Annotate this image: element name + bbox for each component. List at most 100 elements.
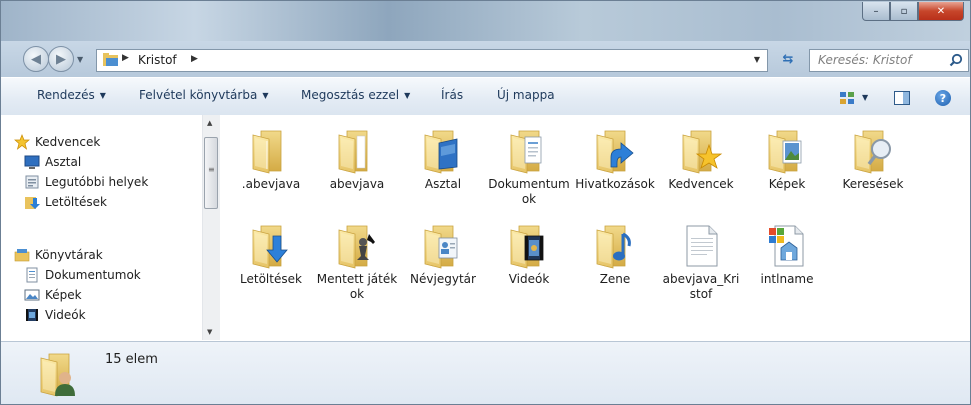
forward-button[interactable]: ▶	[48, 46, 74, 72]
breadcrumb-separator-icon[interactable]: ▶	[122, 53, 129, 63]
explorer-window: – ▫ ✕ ◀ ▶ ▼ ▶ Kristof ▶ ▼ ⇆ Keresés: Kri…	[0, 0, 971, 405]
nav-item-label: Kedvencek	[35, 135, 101, 149]
nav-item-videos[interactable]: Videók	[24, 305, 86, 325]
nav-pane-scrollbar[interactable]: ▲ ≡ ▼	[202, 115, 220, 340]
details-pane: 15 elem	[1, 341, 970, 404]
refresh-button[interactable]: ⇆	[773, 49, 803, 70]
nav-item-documents[interactable]: Dokumentumok	[24, 265, 141, 285]
change-view-icon[interactable]	[839, 91, 855, 105]
file-item[interactable]: abevjava_Kristof	[660, 222, 742, 302]
nav-item-desktop[interactable]: Asztal	[24, 152, 81, 172]
nav-item-favorites[interactable]: Kedvencek	[14, 132, 100, 152]
file-label: Hivatkozások	[575, 177, 655, 191]
desktop-folder-icon	[419, 127, 458, 175]
nav-item-label: Asztal	[45, 155, 82, 169]
file-label: Asztal	[424, 177, 462, 191]
share-with-menu[interactable]: Megosztás ezzel ▼	[301, 88, 410, 102]
dropdown-chevron-icon: ▼	[262, 91, 269, 100]
view-options-chevron-icon[interactable]: ▼	[862, 93, 868, 102]
nav-item-recent-places[interactable]: Legutóbbi helyek	[24, 172, 148, 192]
pictures-icon	[24, 289, 40, 301]
file-item[interactable]: abevjava	[316, 127, 398, 192]
folder-icon	[103, 53, 118, 66]
help-icon[interactable]: ?	[935, 90, 951, 106]
search-icon[interactable]	[949, 53, 963, 67]
recent-pages-chevron-icon[interactable]: ▼	[77, 55, 83, 64]
file-item[interactable]: Mentett játékok	[316, 222, 398, 302]
file-label: Névjegytár	[410, 272, 476, 286]
searches-folder-icon	[849, 127, 891, 175]
title-bar[interactable]: – ▫ ✕	[1, 1, 970, 41]
command-bar: Rendezés ▼ Felvétel könyvtárba ▼ Megosztás…	[1, 77, 970, 116]
forward-arrow-icon: ▶	[56, 51, 66, 67]
nav-item-label: Legutóbbi helyek	[45, 175, 149, 189]
file-item[interactable]: Asztal	[402, 127, 484, 192]
file-label: intlname	[760, 272, 814, 286]
maximize-button[interactable]: ▫	[890, 2, 918, 21]
breadcrumb-kristof[interactable]: Kristof	[138, 53, 177, 67]
music-folder-icon	[591, 222, 631, 270]
file-item[interactable]: Hivatkozások	[574, 127, 656, 192]
include-in-library-label: Felvétel könyvtárba	[139, 88, 258, 102]
file-label: .abevjava	[241, 177, 301, 191]
downloads-folder-icon	[247, 222, 288, 270]
pictures-folder-icon	[763, 127, 802, 175]
item-count: 15 elem	[105, 352, 158, 367]
address-bar[interactable]: ▶ Kristof ▶ ▼	[96, 49, 768, 72]
contacts-folder-icon	[419, 222, 458, 270]
nav-item-label: Dokumentumok	[45, 268, 141, 282]
share-with-label: Megosztás ezzel	[301, 88, 400, 102]
file-item[interactable]: Képek	[746, 127, 828, 192]
folder-icon	[333, 127, 381, 175]
video-icon	[26, 309, 38, 321]
file-label: Zene	[599, 272, 631, 286]
user-folder-icon	[35, 350, 75, 398]
dropdown-chevron-icon: ▼	[99, 91, 106, 100]
file-item[interactable]: Keresések	[832, 127, 914, 192]
minimize-button[interactable]: –	[862, 2, 890, 21]
file-item[interactable]: Névjegytár	[402, 222, 484, 287]
back-arrow-icon: ◀	[31, 51, 41, 67]
star-icon	[14, 134, 30, 150]
navigation-pane: Kedvencek Asztal Legutóbbi helyek Letölt…	[1, 115, 220, 340]
search-input[interactable]	[810, 50, 946, 69]
file-item[interactable]: .abevjava	[230, 127, 312, 192]
favorites-folder-icon	[677, 127, 723, 175]
file-item[interactable]: intlname	[746, 222, 828, 287]
include-in-library-menu[interactable]: Felvétel könyvtárba ▼	[139, 88, 268, 102]
file-label: Keresések	[842, 177, 904, 191]
nav-item-libraries[interactable]: Könyvtárak	[14, 245, 103, 265]
address-row: ◀ ▶ ▼ ▶ Kristof ▶ ▼ ⇆	[1, 41, 970, 77]
file-label: abevjava	[329, 177, 385, 191]
folder-icon	[247, 127, 295, 175]
new-folder-button[interactable]: Új mappa	[497, 88, 555, 102]
file-list: .abevjava abevjava Asztal Dokumentumok H…	[220, 115, 970, 340]
refresh-icon: ⇆	[782, 52, 794, 67]
scrollbar-thumb[interactable]: ≡	[204, 137, 218, 209]
address-dropdown-chevron-icon[interactable]: ▼	[754, 55, 760, 64]
nav-item-label: Könyvtárak	[35, 248, 103, 262]
burn-button[interactable]: Írás	[441, 88, 463, 102]
scroll-down-arrow-icon[interactable]: ▼	[207, 328, 212, 336]
organize-menu[interactable]: Rendezés ▼	[37, 88, 106, 102]
preview-pane-icon[interactable]	[894, 91, 910, 105]
nav-item-label: Videók	[45, 308, 86, 322]
nav-item-downloads[interactable]: Letöltések	[24, 192, 107, 212]
videos-folder-icon	[505, 222, 544, 270]
documents-folder-icon	[505, 127, 542, 175]
file-label: Kedvencek	[668, 177, 734, 191]
links-folder-icon	[591, 127, 634, 175]
file-item[interactable]: Videók	[488, 222, 570, 287]
desktop-icon	[24, 155, 40, 169]
file-item[interactable]: Dokumentumok	[488, 127, 570, 207]
file-label: Letöltések	[240, 272, 302, 286]
file-item[interactable]: Kedvencek	[660, 127, 742, 192]
breadcrumb-separator-icon[interactable]: ▶	[191, 54, 198, 64]
scroll-up-arrow-icon[interactable]: ▲	[207, 119, 212, 127]
file-item[interactable]: Zene	[574, 222, 656, 287]
back-button[interactable]: ◀	[23, 46, 49, 72]
scroll-grip-icon: ≡	[208, 165, 215, 174]
nav-item-pictures[interactable]: Képek	[24, 285, 82, 305]
file-item[interactable]: Letöltések	[230, 222, 312, 287]
close-button[interactable]: ✕	[918, 2, 964, 21]
